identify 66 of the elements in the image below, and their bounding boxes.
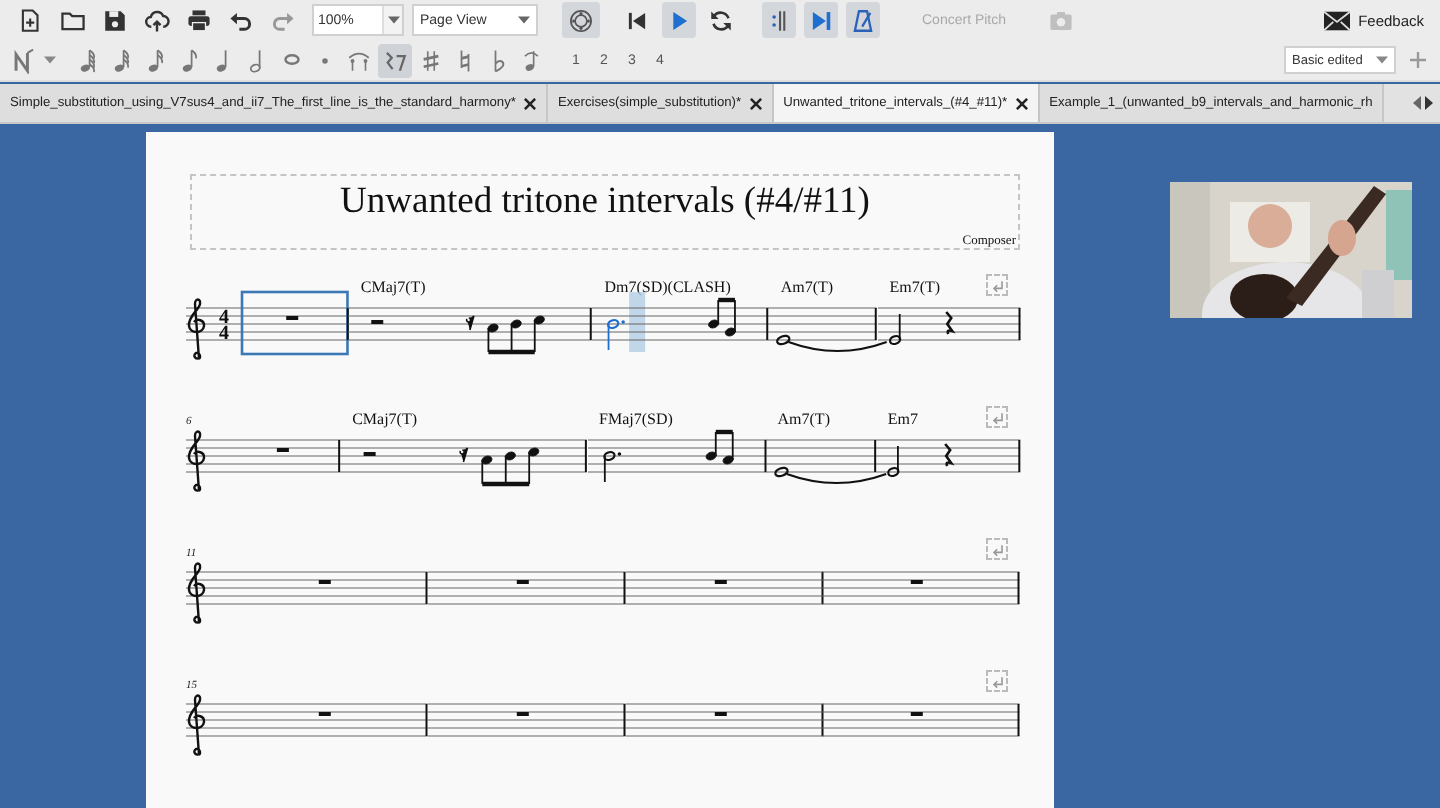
scroll-tabs-right-button[interactable] xyxy=(1424,96,1434,110)
chord-symbol: Am7(T) xyxy=(777,412,830,428)
right-arrow-icon xyxy=(1424,96,1434,110)
close-icon xyxy=(749,97,762,109)
envelope-icon xyxy=(1324,7,1351,33)
scroll-tabs-left-button[interactable] xyxy=(1412,96,1422,110)
sharp-icon xyxy=(418,47,444,73)
sixteenth-note-icon xyxy=(147,47,163,73)
thirty-second-note-icon xyxy=(113,47,129,73)
caret-icon xyxy=(44,54,56,66)
close-tab-button[interactable] xyxy=(1015,97,1028,109)
rest-icon xyxy=(382,47,408,73)
metronome-icon xyxy=(850,7,876,33)
caret-icon xyxy=(387,14,399,26)
chord-symbol: CMaj7(T) xyxy=(360,280,426,296)
chord-symbol: Em7 xyxy=(887,412,918,428)
left-arrow-icon xyxy=(1412,96,1422,110)
eighth-note-icon xyxy=(181,47,197,73)
note-input-button[interactable] xyxy=(12,43,56,77)
note-input-icon xyxy=(12,47,38,73)
pan-button[interactable] xyxy=(804,2,838,38)
rest-button[interactable] xyxy=(378,43,412,77)
score-title: Unwanted tritone intervals (#4/#11) xyxy=(338,182,872,224)
whole-note-icon xyxy=(283,54,299,66)
close-icon xyxy=(1015,97,1028,109)
natural-icon xyxy=(458,47,472,73)
skip-back-icon xyxy=(624,7,650,33)
chord-symbol: Am7(T) xyxy=(780,280,834,296)
dial-button[interactable] xyxy=(562,2,600,38)
play-to-bar-icon xyxy=(808,7,834,33)
chord-symbol: CMaj7(T) xyxy=(352,412,418,428)
chord-symbol: Em7(T) xyxy=(889,280,941,296)
chord-symbol: FMaj7(SD) xyxy=(599,412,673,428)
close-tab-button[interactable] xyxy=(749,97,762,109)
camera-icon xyxy=(1048,7,1075,33)
chord-symbol: Dm7(SD)(CLASH) xyxy=(604,280,731,296)
redo-icon xyxy=(270,7,296,33)
quarter-note-icon xyxy=(215,47,231,73)
dial-icon xyxy=(568,7,594,33)
caret-icon xyxy=(518,14,530,26)
treble-clef-icon xyxy=(187,430,206,493)
close-tab-button[interactable] xyxy=(523,97,536,109)
beam xyxy=(489,349,536,355)
folder-icon xyxy=(60,7,86,33)
beam xyxy=(482,481,530,487)
new-file-icon xyxy=(18,7,44,33)
cloud-upload-icon xyxy=(144,7,170,33)
repeat-button[interactable] xyxy=(762,2,796,38)
tie-icon xyxy=(346,47,372,73)
plus-icon xyxy=(1410,52,1426,68)
half-note-icon xyxy=(249,47,265,73)
printer-icon xyxy=(186,7,212,33)
sixty-fourth-note-icon xyxy=(79,47,95,73)
caret-icon xyxy=(1376,54,1388,66)
beam xyxy=(714,429,732,435)
time-signature: 4 4 xyxy=(219,307,229,346)
treble-clef-icon xyxy=(187,694,206,757)
flat-icon xyxy=(492,47,506,73)
loop-icon xyxy=(708,7,734,33)
close-icon xyxy=(523,97,536,109)
treble-clef-icon xyxy=(187,562,206,625)
beam xyxy=(718,297,736,303)
treble-clef-icon xyxy=(187,298,206,361)
metronome-button[interactable] xyxy=(846,2,880,38)
undo-icon xyxy=(228,7,254,33)
dot-icon xyxy=(322,57,328,63)
